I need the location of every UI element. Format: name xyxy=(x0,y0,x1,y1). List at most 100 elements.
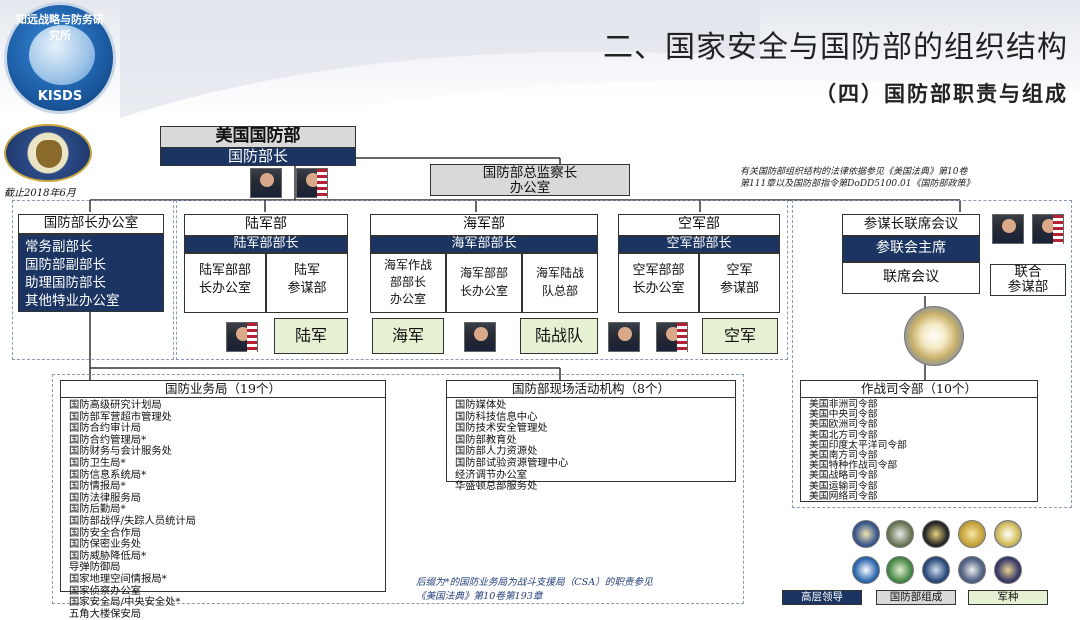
inspector-general-box: 国防部总监察长 办公室 xyxy=(430,164,630,196)
jcs-emblem-icon xyxy=(904,306,964,366)
date-note: 截止2018年6月 xyxy=(4,188,76,199)
army-department-box: 陆军部 xyxy=(184,214,348,236)
airforce-staff-box: 空军 参谋部 xyxy=(699,253,780,313)
airforce-staff-line: 空军 xyxy=(726,263,753,278)
logo-ring-text: 知远战略与防务研究所 xyxy=(16,13,104,42)
legal-note-line1: 有关国防部组织结构的法律依据参见《美国法典》第10卷 xyxy=(740,167,968,177)
jcs-chairman-photo xyxy=(992,214,1024,244)
list-item: 国防卫生局* xyxy=(69,456,126,469)
secretary-of-defense-box: 国防部长 xyxy=(160,147,356,166)
marine-corps-service-box: 陆战队 xyxy=(520,318,598,354)
navy-service-box: 海军 xyxy=(372,318,444,354)
army-staff-line: 陆军 xyxy=(293,263,320,278)
airforce-department-box: 空军部 xyxy=(618,214,780,236)
southcom-emblem-icon xyxy=(886,556,914,584)
list-item: 国防情报局* xyxy=(69,480,126,493)
dod-seal-icon xyxy=(4,124,92,182)
navy-office-line: 长办公室 xyxy=(459,284,508,298)
osd-item: 国防部副部长 xyxy=(25,257,106,273)
field-activities-list: 国防部现场活动机构（8个） 国防媒体处 国防科技信息中心 国防技术安全管理处 国… xyxy=(446,380,736,492)
page-subtitle: （四）国防部职责与组成 xyxy=(815,82,1068,106)
indopacom-emblem-icon xyxy=(852,556,880,584)
navy-ops-line: 海军作战 xyxy=(383,258,432,272)
list-item: 国防高级研究计划局 xyxy=(69,399,162,411)
navy-leader-photo xyxy=(464,322,496,352)
legend-military-services: 军种 xyxy=(968,590,1048,605)
osd-item: 助理国防部长 xyxy=(25,275,106,291)
list-item: 国防部战俘/失踪人员统计局 xyxy=(69,514,197,527)
airforce-office-line: 空军部部 xyxy=(632,263,685,278)
secretary-photo xyxy=(250,168,282,198)
list-item: 国防保密业务处 xyxy=(69,538,142,551)
airforce-secretary-office-box: 空军部部 长办公室 xyxy=(618,253,699,313)
csa-footnote: 后缀为*的国防业务局为战斗支援局（CSA）的职责参见 《美国法典》第10卷第19… xyxy=(416,576,653,604)
airforce-service-box: 空军 xyxy=(702,318,778,354)
eagle-icon xyxy=(36,140,62,168)
dod-title-box: 美国国防部 xyxy=(160,126,356,148)
airforce-leader-photo xyxy=(656,322,688,353)
page-title: 二、国家安全与国防部的组织结构 xyxy=(603,30,1068,65)
northcom-emblem-icon xyxy=(994,520,1022,548)
combatant-commands-list: 作战司令部（10个） 美国非洲司令部 美国中央司令部 美国欧洲司令部 美国北方司… xyxy=(800,380,1038,502)
legal-note-line2: 第111章以及国防部指令第DoDD5100.01《国防部政策》 xyxy=(740,179,975,189)
army-leader-photo xyxy=(226,322,258,353)
osd-item: 常务副部长 xyxy=(25,239,93,255)
eucom-emblem-icon xyxy=(958,520,986,548)
deputy-secretary-photo xyxy=(296,168,328,199)
osd-title-box: 国防部长办公室 xyxy=(18,214,164,234)
list-item: 国防部试验资源管理中心 xyxy=(455,456,569,469)
osd-item: 其他特业办公室 xyxy=(25,293,120,309)
defense-agencies-header: 国防业务局（19个） xyxy=(61,381,385,398)
field-activities-header: 国防部现场活动机构（8个） xyxy=(447,381,735,398)
transcom-emblem-icon xyxy=(958,556,986,584)
institute-logo: 知远战略与防务研究所 KISDS xyxy=(4,2,116,114)
jcs-chairman-box: 参联会主席 xyxy=(842,236,980,262)
army-secretary-office-box: 陆军部部 长办公室 xyxy=(184,253,266,313)
airforce-staff-line: 参谋部 xyxy=(719,281,759,296)
cybercom-emblem-icon xyxy=(994,556,1022,584)
list-item: 美国网络司令部 xyxy=(809,490,878,502)
navy-ops-line: 部部长 xyxy=(389,275,426,289)
inspector-general-line1: 国防部总监察长 xyxy=(482,165,578,181)
joint-staff-line: 参谋部 xyxy=(1007,279,1049,295)
navy-secretary-office-box: 海军部部 长办公室 xyxy=(446,253,522,313)
osd-members-box: 常务副部长 国防部副部长 助理国防部长 其他特业办公室 xyxy=(18,234,164,312)
joint-staff-box: 联合 参谋部 xyxy=(990,264,1066,296)
airforce-office-line: 长办公室 xyxy=(632,281,685,296)
army-secretary-box: 陆军部部长 xyxy=(184,236,348,253)
army-staff-box: 陆军 参谋部 xyxy=(266,253,348,313)
jcs-vice-chairman-photo xyxy=(1032,214,1064,245)
inspector-general-line2: 办公室 xyxy=(509,180,551,196)
list-item: 华盛顿总部服务处 xyxy=(455,480,538,493)
legal-basis-note: 有关国防部组织结构的法律依据参见《美国法典》第10卷 第111章以及国防部指令第… xyxy=(740,166,974,190)
socom-emblem-icon xyxy=(922,520,950,548)
list-item: 国家地理空间情报局* xyxy=(69,572,167,585)
joint-staff-line: 联合 xyxy=(1014,264,1042,280)
combatant-commands-header: 作战司令部（10个） xyxy=(801,381,1037,398)
stratcom-emblem-icon xyxy=(922,556,950,584)
army-office-line: 陆军部部 xyxy=(198,263,251,278)
centcom-emblem-icon xyxy=(886,520,914,548)
navy-office-line: 海军部部 xyxy=(459,266,508,280)
airforce-secretary-box: 空军部部长 xyxy=(618,236,780,253)
list-item: 国防媒体处 xyxy=(455,399,507,411)
navy-ops-line: 办公室 xyxy=(389,292,426,306)
marine-corps-hq-box: 海军陆战 队总部 xyxy=(522,253,598,313)
navy-secretary-box: 海军部部长 xyxy=(370,236,598,253)
navy-department-box: 海军部 xyxy=(370,214,598,236)
marine-leader-photo xyxy=(608,322,640,352)
csa-note-line2: 《美国法典》第10卷第193章 xyxy=(416,591,543,602)
jcs-title-box: 参谋长联席会议 xyxy=(842,214,980,236)
jcs-meeting-box: 联席会议 xyxy=(842,262,980,294)
defense-agencies-list: 国防业务局（19个） 国防高级研究计划局 国防部军营超市管理处 国防合约审计局 … xyxy=(60,380,386,619)
africom-emblem-icon xyxy=(852,520,880,548)
list-item: 五角大楼保安局 xyxy=(69,607,142,620)
army-office-line: 长办公室 xyxy=(198,281,251,296)
marine-hq-line: 队总部 xyxy=(541,284,578,298)
army-service-box: 陆军 xyxy=(274,318,348,354)
legend-dod-components: 国防部组成 xyxy=(876,590,956,605)
logo-text: KISDS xyxy=(37,89,83,104)
legend-senior-leadership: 高层领导 xyxy=(782,590,862,605)
army-staff-line: 参谋部 xyxy=(287,281,327,296)
naval-operations-office-box: 海军作战 部部长 办公室 xyxy=(370,253,446,313)
